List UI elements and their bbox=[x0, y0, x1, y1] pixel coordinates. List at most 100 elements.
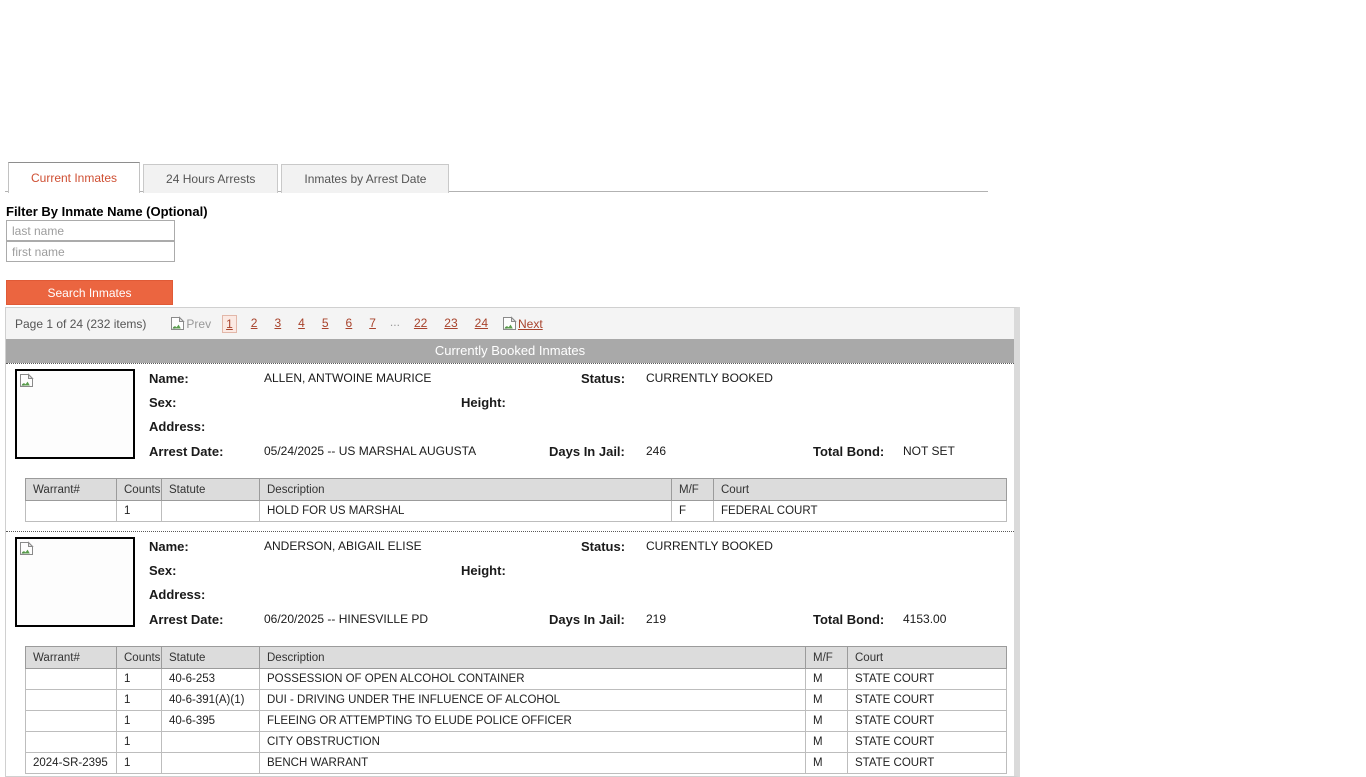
charge-court: STATE COURT bbox=[848, 690, 1007, 711]
inmate-list: Name: ALLEN, ANTWOINE MAURICE Status: CU… bbox=[6, 363, 1014, 774]
name-label: Name: bbox=[149, 371, 189, 386]
col-mf: M/F bbox=[806, 647, 848, 669]
first-name-input[interactable] bbox=[6, 241, 175, 262]
col-court: Court bbox=[848, 647, 1007, 669]
charge-statute bbox=[162, 753, 260, 774]
charge-mf: M bbox=[806, 711, 848, 732]
charge-row: 1 CITY OBSTRUCTION M STATE COURT bbox=[26, 732, 1007, 753]
col-counts: Counts bbox=[117, 647, 162, 669]
total-bond-value: NOT SET bbox=[903, 444, 955, 458]
sex-label: Sex: bbox=[149, 563, 176, 578]
pager-page-current[interactable]: 1 bbox=[222, 315, 237, 333]
charge-description: FLEEING OR ATTEMPTING TO ELUDE POLICE OF… bbox=[260, 711, 806, 732]
status-label: Status: bbox=[581, 539, 625, 554]
pager-ellipsis: ... bbox=[390, 315, 400, 333]
charge-counts: 1 bbox=[117, 501, 162, 522]
last-name-input[interactable] bbox=[6, 220, 175, 241]
charges-table: Warrant# Counts Statute Description M/F … bbox=[25, 646, 1007, 774]
broken-image-icon bbox=[170, 316, 185, 331]
charge-counts: 1 bbox=[117, 669, 162, 690]
pager-page-4[interactable]: 4 bbox=[295, 315, 308, 333]
col-description: Description bbox=[260, 479, 672, 501]
col-warrant: Warrant# bbox=[26, 479, 117, 501]
address-label: Address: bbox=[149, 419, 205, 434]
name-value: ALLEN, ANTWOINE MAURICE bbox=[264, 371, 431, 385]
arrest-date-value: 06/20/2025 -- HINESVILLE PD bbox=[264, 612, 428, 626]
inmate-record: Name: ANDERSON, ABIGAIL ELISE Status: CU… bbox=[6, 531, 1014, 774]
charges-header-row: Warrant# Counts Statute Description M/F … bbox=[26, 479, 1007, 501]
filter-heading: Filter By Inmate Name (Optional) bbox=[6, 204, 208, 219]
pager-next[interactable]: Next bbox=[502, 316, 543, 331]
days-in-jail-label: Days In Jail: bbox=[549, 612, 625, 627]
charge-court: STATE COURT bbox=[848, 732, 1007, 753]
days-in-jail-value: 246 bbox=[646, 444, 666, 458]
charge-mf: M bbox=[806, 753, 848, 774]
inmate-photo bbox=[15, 369, 135, 459]
charge-statute bbox=[162, 732, 260, 753]
col-warrant: Warrant# bbox=[26, 647, 117, 669]
pager-page-5[interactable]: 5 bbox=[319, 315, 332, 333]
results-panel: Page 1 of 24 (232 items) Prev 1234567...… bbox=[5, 307, 1020, 777]
pager-page-7[interactable]: 7 bbox=[366, 315, 379, 333]
pager-page-24[interactable]: 24 bbox=[472, 315, 491, 333]
charge-warrant bbox=[26, 732, 117, 753]
sex-label: Sex: bbox=[149, 395, 176, 410]
col-counts: Counts bbox=[117, 479, 162, 501]
charge-warrant bbox=[26, 669, 117, 690]
pager-pages: 1234567...222324 bbox=[222, 315, 491, 333]
search-inmates-button[interactable]: Search Inmates bbox=[6, 280, 173, 305]
charge-warrant bbox=[26, 690, 117, 711]
charges-table: Warrant# Counts Statute Description M/F … bbox=[25, 478, 1007, 522]
charge-description: DUI - DRIVING UNDER THE INFLUENCE OF ALC… bbox=[260, 690, 806, 711]
charge-warrant bbox=[26, 711, 117, 732]
charge-mf: M bbox=[806, 669, 848, 690]
arrest-date-label: Arrest Date: bbox=[149, 612, 223, 627]
pager-prev-label: Prev bbox=[186, 317, 211, 331]
charge-statute bbox=[162, 501, 260, 522]
tab-24-hours-arrests[interactable]: 24 Hours Arrests bbox=[143, 164, 278, 193]
charge-warrant: 2024-SR-2395 bbox=[26, 753, 117, 774]
name-value: ANDERSON, ABIGAIL ELISE bbox=[264, 539, 422, 553]
col-statute: Statute bbox=[162, 647, 260, 669]
charge-description: POSSESSION OF OPEN ALCOHOL CONTAINER bbox=[260, 669, 806, 690]
broken-image-icon bbox=[19, 373, 34, 388]
charge-court: STATE COURT bbox=[848, 753, 1007, 774]
name-label: Name: bbox=[149, 539, 189, 554]
inmate-photo bbox=[15, 537, 135, 627]
pager-prev[interactable]: Prev bbox=[170, 316, 211, 331]
pager-page-22[interactable]: 22 bbox=[411, 315, 430, 333]
pager-next-label: Next bbox=[518, 317, 543, 331]
charge-row: 1 40-6-395 FLEEING OR ATTEMPTING TO ELUD… bbox=[26, 711, 1007, 732]
status-label: Status: bbox=[581, 371, 625, 386]
pager-page-2[interactable]: 2 bbox=[248, 315, 261, 333]
broken-image-icon bbox=[19, 541, 34, 556]
pager-page-6[interactable]: 6 bbox=[343, 315, 356, 333]
charges-header-row: Warrant# Counts Statute Description M/F … bbox=[26, 647, 1007, 669]
tab-inmates-by-arrest-date[interactable]: Inmates by Arrest Date bbox=[281, 164, 449, 193]
arrest-date-value: 05/24/2025 -- US MARSHAL AUGUSTA bbox=[264, 444, 476, 458]
col-mf: M/F bbox=[672, 479, 714, 501]
pager-bar: Page 1 of 24 (232 items) Prev 1234567...… bbox=[6, 308, 1014, 339]
arrest-date-label: Arrest Date: bbox=[149, 444, 223, 459]
charge-row: 2024-SR-2395 1 BENCH WARRANT M STATE COU… bbox=[26, 753, 1007, 774]
pager-page-23[interactable]: 23 bbox=[441, 315, 460, 333]
broken-image-icon bbox=[502, 316, 517, 331]
charge-counts: 1 bbox=[117, 753, 162, 774]
charge-court: FEDERAL COURT bbox=[714, 501, 1007, 522]
total-bond-label: Total Bond: bbox=[813, 612, 884, 627]
charge-row: 1 HOLD FOR US MARSHAL F FEDERAL COURT bbox=[26, 501, 1007, 522]
days-in-jail-label: Days In Jail: bbox=[549, 444, 625, 459]
tab-current-inmates[interactable]: Current Inmates bbox=[8, 162, 140, 193]
charge-court: STATE COURT bbox=[848, 669, 1007, 690]
total-bond-label: Total Bond: bbox=[813, 444, 884, 459]
pager-page-3[interactable]: 3 bbox=[271, 315, 284, 333]
col-statute: Statute bbox=[162, 479, 260, 501]
total-bond-value: 4153.00 bbox=[903, 612, 946, 626]
charge-statute: 40-6-253 bbox=[162, 669, 260, 690]
status-value: CURRENTLY BOOKED bbox=[646, 539, 773, 553]
charge-counts: 1 bbox=[117, 732, 162, 753]
inmate-info: Name: ANDERSON, ABIGAIL ELISE Status: CU… bbox=[6, 532, 1014, 639]
status-value: CURRENTLY BOOKED bbox=[646, 371, 773, 385]
charge-description: CITY OBSTRUCTION bbox=[260, 732, 806, 753]
charge-row: 1 40-6-391(A)(1) DUI - DRIVING UNDER THE… bbox=[26, 690, 1007, 711]
